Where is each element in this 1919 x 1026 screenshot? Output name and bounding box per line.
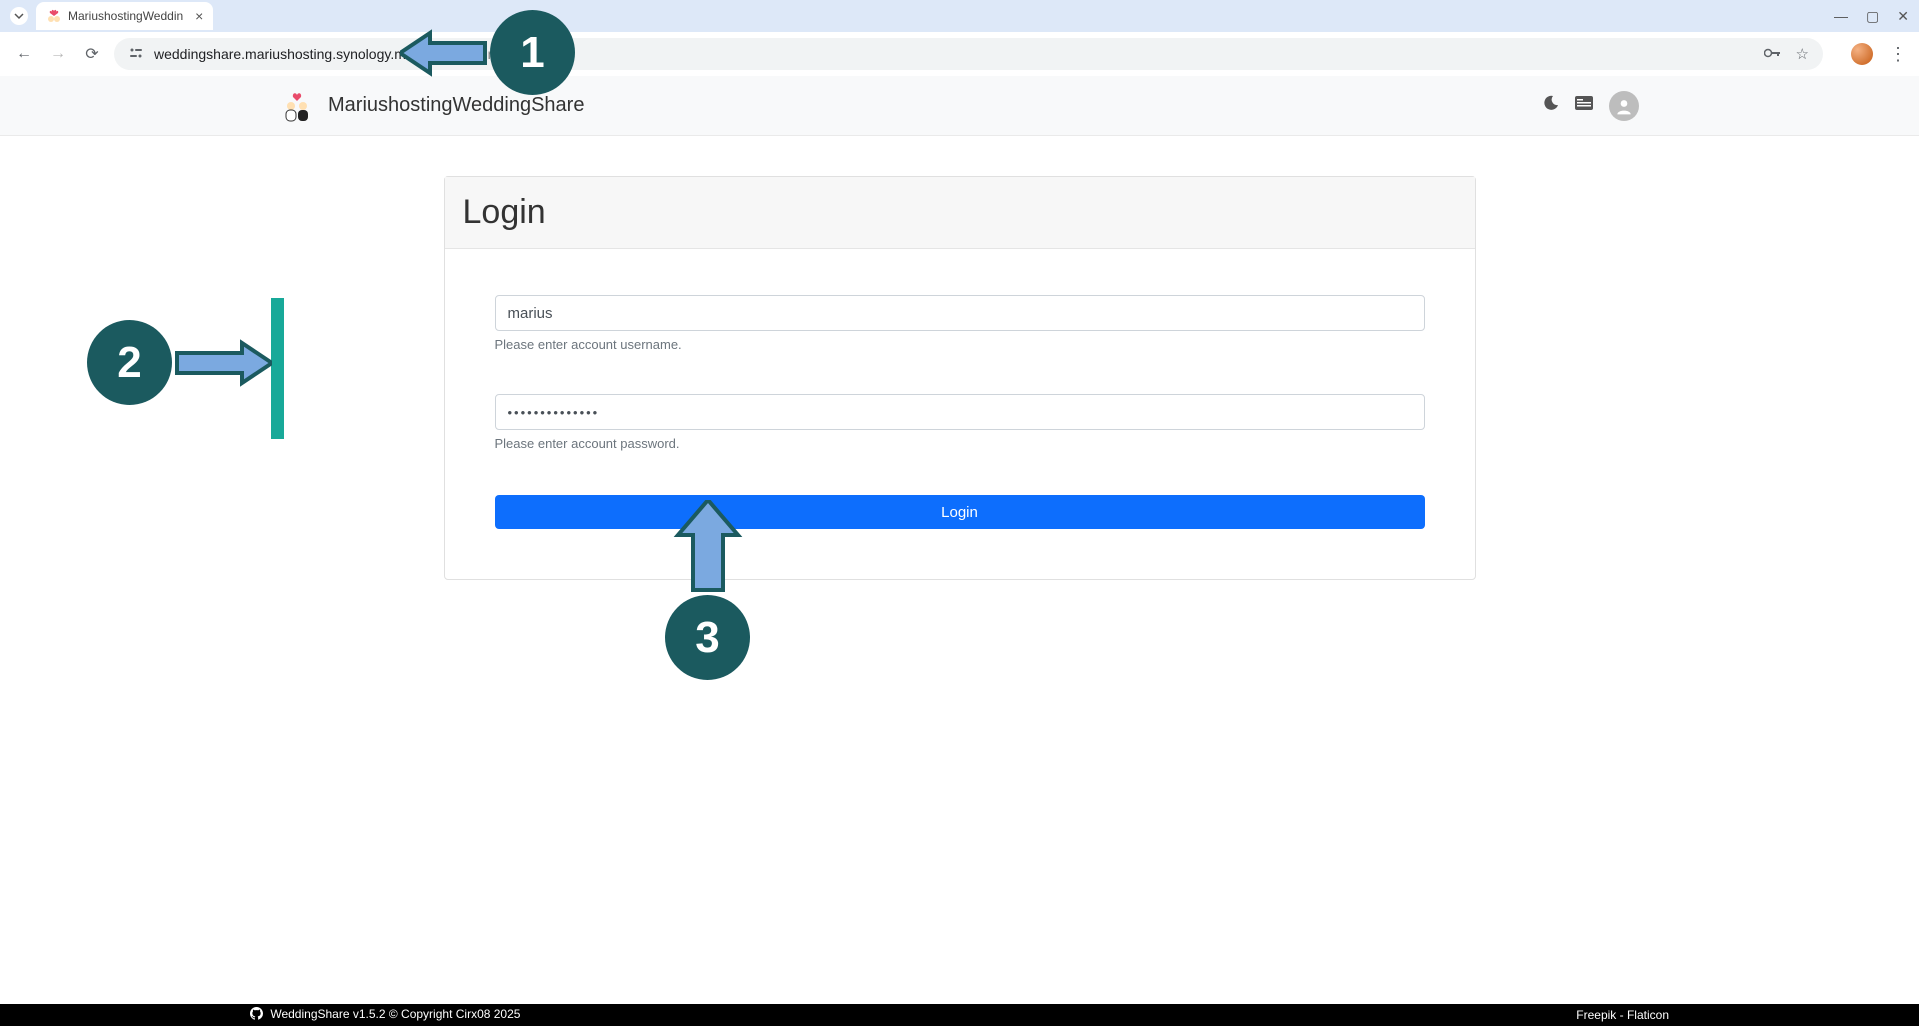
tab-close-icon[interactable]: × <box>195 8 203 24</box>
annotation-number-1: 1 <box>490 10 575 95</box>
maximize-icon[interactable]: ▢ <box>1866 8 1879 25</box>
site-settings-icon[interactable] <box>128 46 144 63</box>
card-header: Login <box>445 177 1475 249</box>
close-window-icon[interactable]: ✕ <box>1897 8 1909 25</box>
annotation-1: 1 <box>400 10 575 95</box>
footer-right[interactable]: Freepik - Flaticon <box>1576 1008 1669 1022</box>
card-body: Please enter account username. Please en… <box>445 249 1475 579</box>
back-icon[interactable]: ← <box>12 45 36 63</box>
minimize-icon[interactable]: — <box>1834 8 1848 25</box>
login-card: Login Please enter account username. Ple… <box>444 176 1476 580</box>
annotation-side-bar <box>271 298 284 439</box>
annotation-2: 2 <box>87 320 272 405</box>
app-footer: WeddingShare v1.5.2 © Copyright Cirx08 2… <box>0 1004 1919 1026</box>
password-input[interactable] <box>495 394 1425 430</box>
password-key-icon[interactable] <box>1764 46 1782 63</box>
login-button[interactable]: Login <box>495 495 1425 529</box>
password-helper: Please enter account password. <box>495 436 1425 451</box>
dark-mode-icon[interactable] <box>1543 95 1559 116</box>
tab-strip: MariushostingWeddin × — ▢ ✕ <box>0 0 1919 32</box>
username-input[interactable] <box>495 295 1425 331</box>
profile-avatar-icon[interactable] <box>1851 43 1873 65</box>
annotation-number-2: 2 <box>87 320 172 405</box>
browser-chrome: MariushostingWeddin × — ▢ ✕ ← → ⟳ weddin… <box>0 0 1919 76</box>
annotation-number-3: 3 <box>665 595 750 680</box>
browser-tab[interactable]: MariushostingWeddin × <box>36 2 213 30</box>
footer-left: WeddingShare v1.5.2 © Copyright Cirx08 2… <box>250 1007 520 1023</box>
user-avatar-icon[interactable] <box>1609 91 1639 121</box>
app-logo-icon <box>280 89 314 123</box>
tab-dropdown-icon[interactable] <box>10 7 28 25</box>
forward-icon[interactable]: → <box>46 45 70 63</box>
github-icon <box>250 1007 263 1023</box>
app-header: MariushostingWeddingShare <box>0 76 1919 136</box>
login-heading: Login <box>463 193 1457 232</box>
reload-icon[interactable]: ⟳ <box>80 44 104 64</box>
tab-title: MariushostingWeddin <box>68 9 183 23</box>
browser-toolbar: ← → ⟳ weddingshare.mariushosting.synolog… <box>0 32 1919 76</box>
browser-menu-icon[interactable]: ⋮ <box>1889 44 1907 65</box>
username-helper: Please enter account username. <box>495 337 1425 352</box>
tab-favicon-icon <box>46 8 62 24</box>
language-icon[interactable] <box>1575 96 1593 115</box>
app-title: MariushostingWeddingShare <box>328 94 584 117</box>
window-controls: — ▢ ✕ <box>1834 8 1909 25</box>
address-bar[interactable]: weddingshare.mariushosting.synology.me/A… <box>114 38 1823 70</box>
annotation-3: 3 <box>665 500 750 680</box>
bookmark-star-icon[interactable]: ☆ <box>1796 45 1809 63</box>
